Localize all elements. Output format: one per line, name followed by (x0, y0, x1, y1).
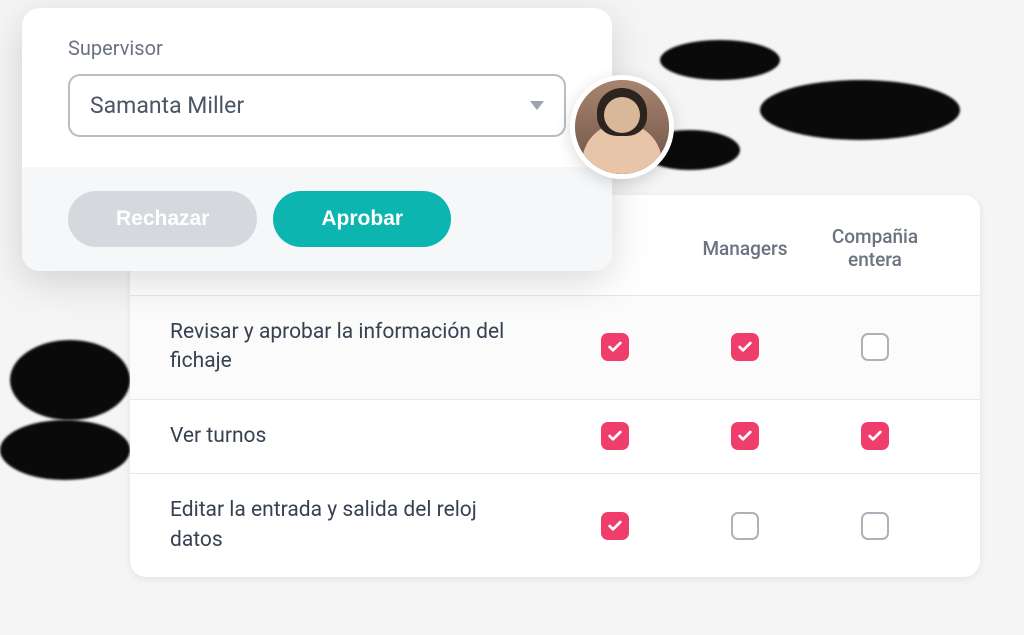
column-header-managers: Managers (680, 237, 810, 260)
reject-button[interactable]: Rechazar (68, 191, 257, 247)
decorative-shape (660, 40, 780, 80)
avatar (570, 75, 674, 179)
permission-row: Ver turnos (130, 399, 980, 473)
chevron-down-icon (530, 101, 544, 110)
supervisor-select[interactable]: Samanta Miller (68, 74, 566, 137)
permission-row: Revisar y aprobar la información del fic… (130, 295, 980, 399)
modal-body: Supervisor Samanta Miller (22, 8, 612, 167)
supervisor-modal: Supervisor Samanta Miller Rechazar Aprob… (22, 8, 612, 271)
supervisor-field-label: Supervisor (68, 36, 566, 60)
permission-checkbox[interactable] (601, 512, 629, 540)
column-header-company: Compañia entera (810, 225, 940, 271)
modal-footer: Rechazar Aprobar (22, 167, 612, 271)
permission-checkbox[interactable] (731, 512, 759, 540)
permission-checkbox[interactable] (861, 512, 889, 540)
decorative-shape (760, 80, 960, 140)
permission-checkbox[interactable] (731, 333, 759, 361)
permission-checkbox[interactable] (861, 333, 889, 361)
permission-checkbox[interactable] (731, 422, 759, 450)
permission-row: Editar la entrada y salida del reloj dat… (130, 473, 980, 577)
permission-checkbox[interactable] (601, 422, 629, 450)
permission-checkbox[interactable] (601, 333, 629, 361)
approve-button[interactable]: Aprobar (273, 191, 451, 247)
permission-label: Editar la entrada y salida del reloj dat… (170, 496, 550, 555)
permission-label: Ver turnos (170, 422, 550, 451)
permission-checkbox[interactable] (861, 422, 889, 450)
permission-label: Revisar y aprobar la información del fic… (170, 318, 550, 377)
decorative-shape (10, 340, 130, 420)
decorative-shape (0, 420, 130, 480)
supervisor-selected-value: Samanta Miller (90, 92, 244, 119)
